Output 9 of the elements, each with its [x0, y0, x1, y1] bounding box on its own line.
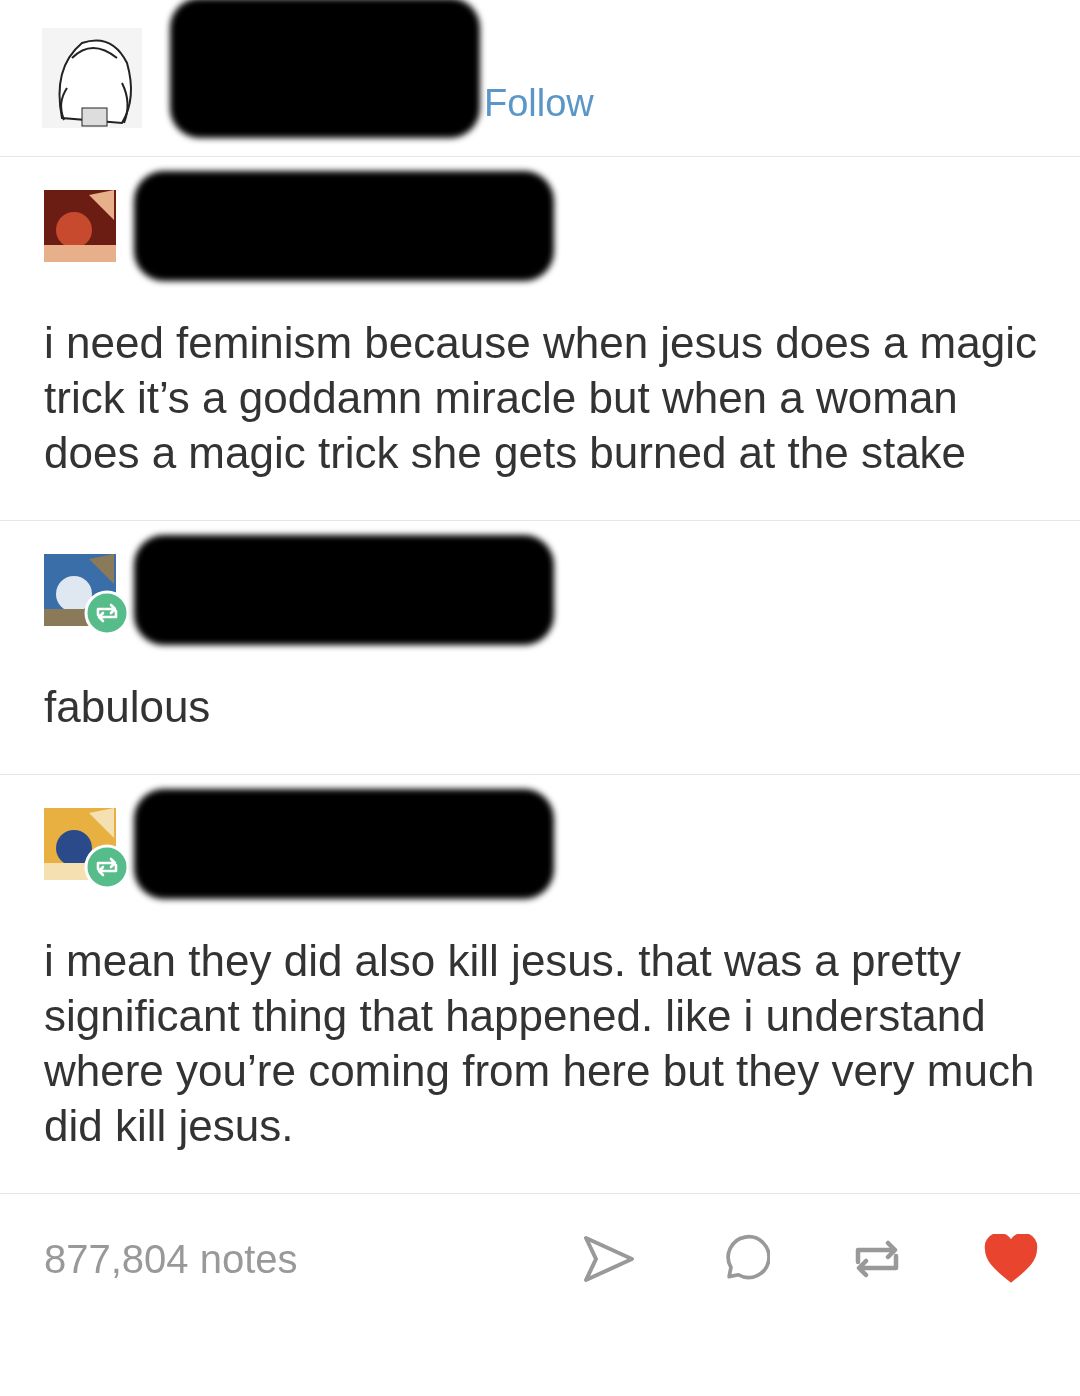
notes-count[interactable]: 877,804 notes [44, 1236, 298, 1282]
post-text: i need feminism because when jesus does a magic trick it’s a goddamn miracle but when a woman does a magic trick she gets burned at the stake [44, 317, 1038, 479]
reblog-icon [84, 844, 130, 890]
post-text: fabulous [44, 681, 212, 733]
share-icon[interactable] [582, 1234, 636, 1284]
post-text: i mean they did also kill jesus. that was a pretty significant thing that happened. like i understand where you’re coming from here but they very much did kill jesus. [44, 935, 1036, 1152]
follow-link[interactable]: Follow [484, 81, 594, 125]
heart-icon[interactable] [984, 1234, 1038, 1284]
reblog-icon [84, 590, 130, 636]
